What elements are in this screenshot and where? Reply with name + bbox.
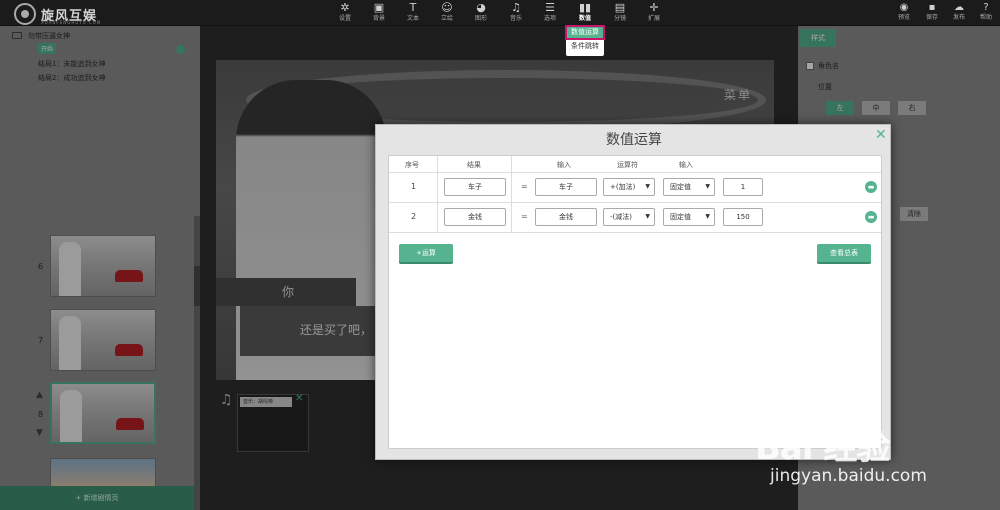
value-field[interactable]: 1 [723,178,763,196]
pie-icon: ◕ [476,1,486,14]
logo-icon [14,3,36,25]
tool-values[interactable]: ▮▮ 数值 [570,1,600,25]
tool-label: 保存 [925,14,938,21]
list-icon: ☰ [545,1,555,14]
cloud-icon: ☁ [954,2,964,13]
text-icon: T [409,1,417,14]
save-button[interactable]: ▪ 保存 [920,2,944,22]
operator-value: +(加法) [610,183,636,191]
tool-label: 分镜 [613,15,626,22]
add-operation-button[interactable]: +运算 [399,244,453,262]
save-icon: ▪ [928,2,936,13]
caret-down-icon: ▼ [645,183,650,190]
tool-extend[interactable]: ✛ 扩展 [639,1,669,25]
cross-icon: ✛ [649,1,659,14]
values-submenu: 数值运算 条件跳转 [565,25,605,56]
tool-label: 背景 [372,15,385,22]
tool-label: 扩展 [647,15,660,22]
tool-background[interactable]: ▣ 背景 [364,1,394,25]
operator-value: -(减法) [610,213,632,221]
music-icon: ♫ [511,1,521,14]
logo-subtext: XUANFENGHUYU.COM [41,20,102,25]
bar-chart-icon: ▮▮ [578,1,592,14]
publish-button[interactable]: ☁ 发布 [947,2,971,22]
tool-label: 文本 [406,15,419,22]
tool-music[interactable]: ♫ 音乐 [501,1,531,25]
preview-button[interactable]: ◉ 预览 [892,2,916,22]
logo: 旋风互娱 XUANFENGHUYU.COM [14,3,100,25]
column-header-input: 输入 [679,161,693,169]
submenu-conditional-jump[interactable]: 条件跳转 [566,40,604,53]
tool-shape[interactable]: ◕ 图形 [466,1,496,25]
input-type-select[interactable]: 固定值 ▼ [663,208,715,226]
tool-character[interactable]: ☺ 立绘 [432,1,462,25]
tool-options[interactable]: ☰ 选项 [535,1,565,25]
tool-label: 设置 [338,15,351,22]
tool-settings[interactable]: ✲ 设置 [330,1,360,25]
tool-label: 图形 [474,15,487,22]
film-icon: ▤ [614,1,626,14]
operation-table: 序号 结果 输入 运算符 输入 1 车子 = 车子 +(加法) ▼ 固定值 ▼ 1 … [388,155,882,449]
tool-label: 选项 [543,15,556,22]
tool-text[interactable]: T 文本 [398,1,428,25]
caret-down-icon: ▼ [645,213,650,220]
value-field[interactable]: 150 [723,208,763,226]
operator-select[interactable]: +(加法) ▼ [603,178,655,196]
submenu-value-operation[interactable]: 数值运算 [565,25,605,40]
column-header-result: 结果 [467,161,481,169]
watermark-url: jingyan.baidu.com [770,466,927,486]
gear-icon: ✲ [340,1,350,14]
input-type-value: 固定值 [670,183,691,191]
result-field[interactable]: 车子 [444,178,506,196]
person-icon: ☺ [441,1,453,14]
view-summary-button[interactable]: 查看总表 [817,244,871,262]
result-field[interactable]: 金钱 [444,208,506,226]
eye-icon: ◉ [899,2,909,13]
caret-down-icon: ▼ [705,183,710,190]
tool-label: 立绘 [440,15,453,22]
input-field[interactable]: 车子 [535,178,597,196]
tool-storyboard[interactable]: ▤ 分镜 [605,1,635,25]
tool-label: 帮助 [979,14,992,21]
tool-label: 预览 [897,14,910,21]
operator-select[interactable]: -(减法) ▼ [603,208,655,226]
column-header-index: 序号 [405,161,419,169]
help-icon: ? [983,2,989,13]
help-button[interactable]: ? 帮助 [974,2,998,22]
close-icon[interactable]: ✕ [875,127,887,143]
equals-sign: = [521,182,528,191]
equals-sign: = [521,212,528,221]
trash-icon[interactable]: ▬ [865,211,877,223]
baidu-watermark: Bai 经验 [755,428,890,468]
column-header-input: 输入 [557,161,571,169]
row-index: 2 [411,212,417,221]
tool-label: 音乐 [509,15,522,22]
input-type-value: 固定值 [670,213,691,221]
modal-title: 数值运算 [606,132,662,148]
caret-down-icon: ▼ [705,213,710,220]
top-toolbar: 旋风互娱 XUANFENGHUYU.COM ✲ 设置 ▣ 背景 T 文本 ☺ 立… [0,0,1000,26]
tool-label: 数值 [578,15,591,22]
input-field[interactable]: 金钱 [535,208,597,226]
row-index: 1 [411,182,417,191]
tool-label: 发布 [952,14,965,21]
image-icon: ▣ [373,1,385,14]
trash-icon[interactable]: ▬ [865,181,877,193]
input-type-select[interactable]: 固定值 ▼ [663,178,715,196]
value-operation-modal: 数值运算 ✕ 序号 结果 输入 运算符 输入 1 车子 = 车子 +(加法) ▼ … [375,124,891,460]
column-header-operator: 运算符 [617,161,638,169]
